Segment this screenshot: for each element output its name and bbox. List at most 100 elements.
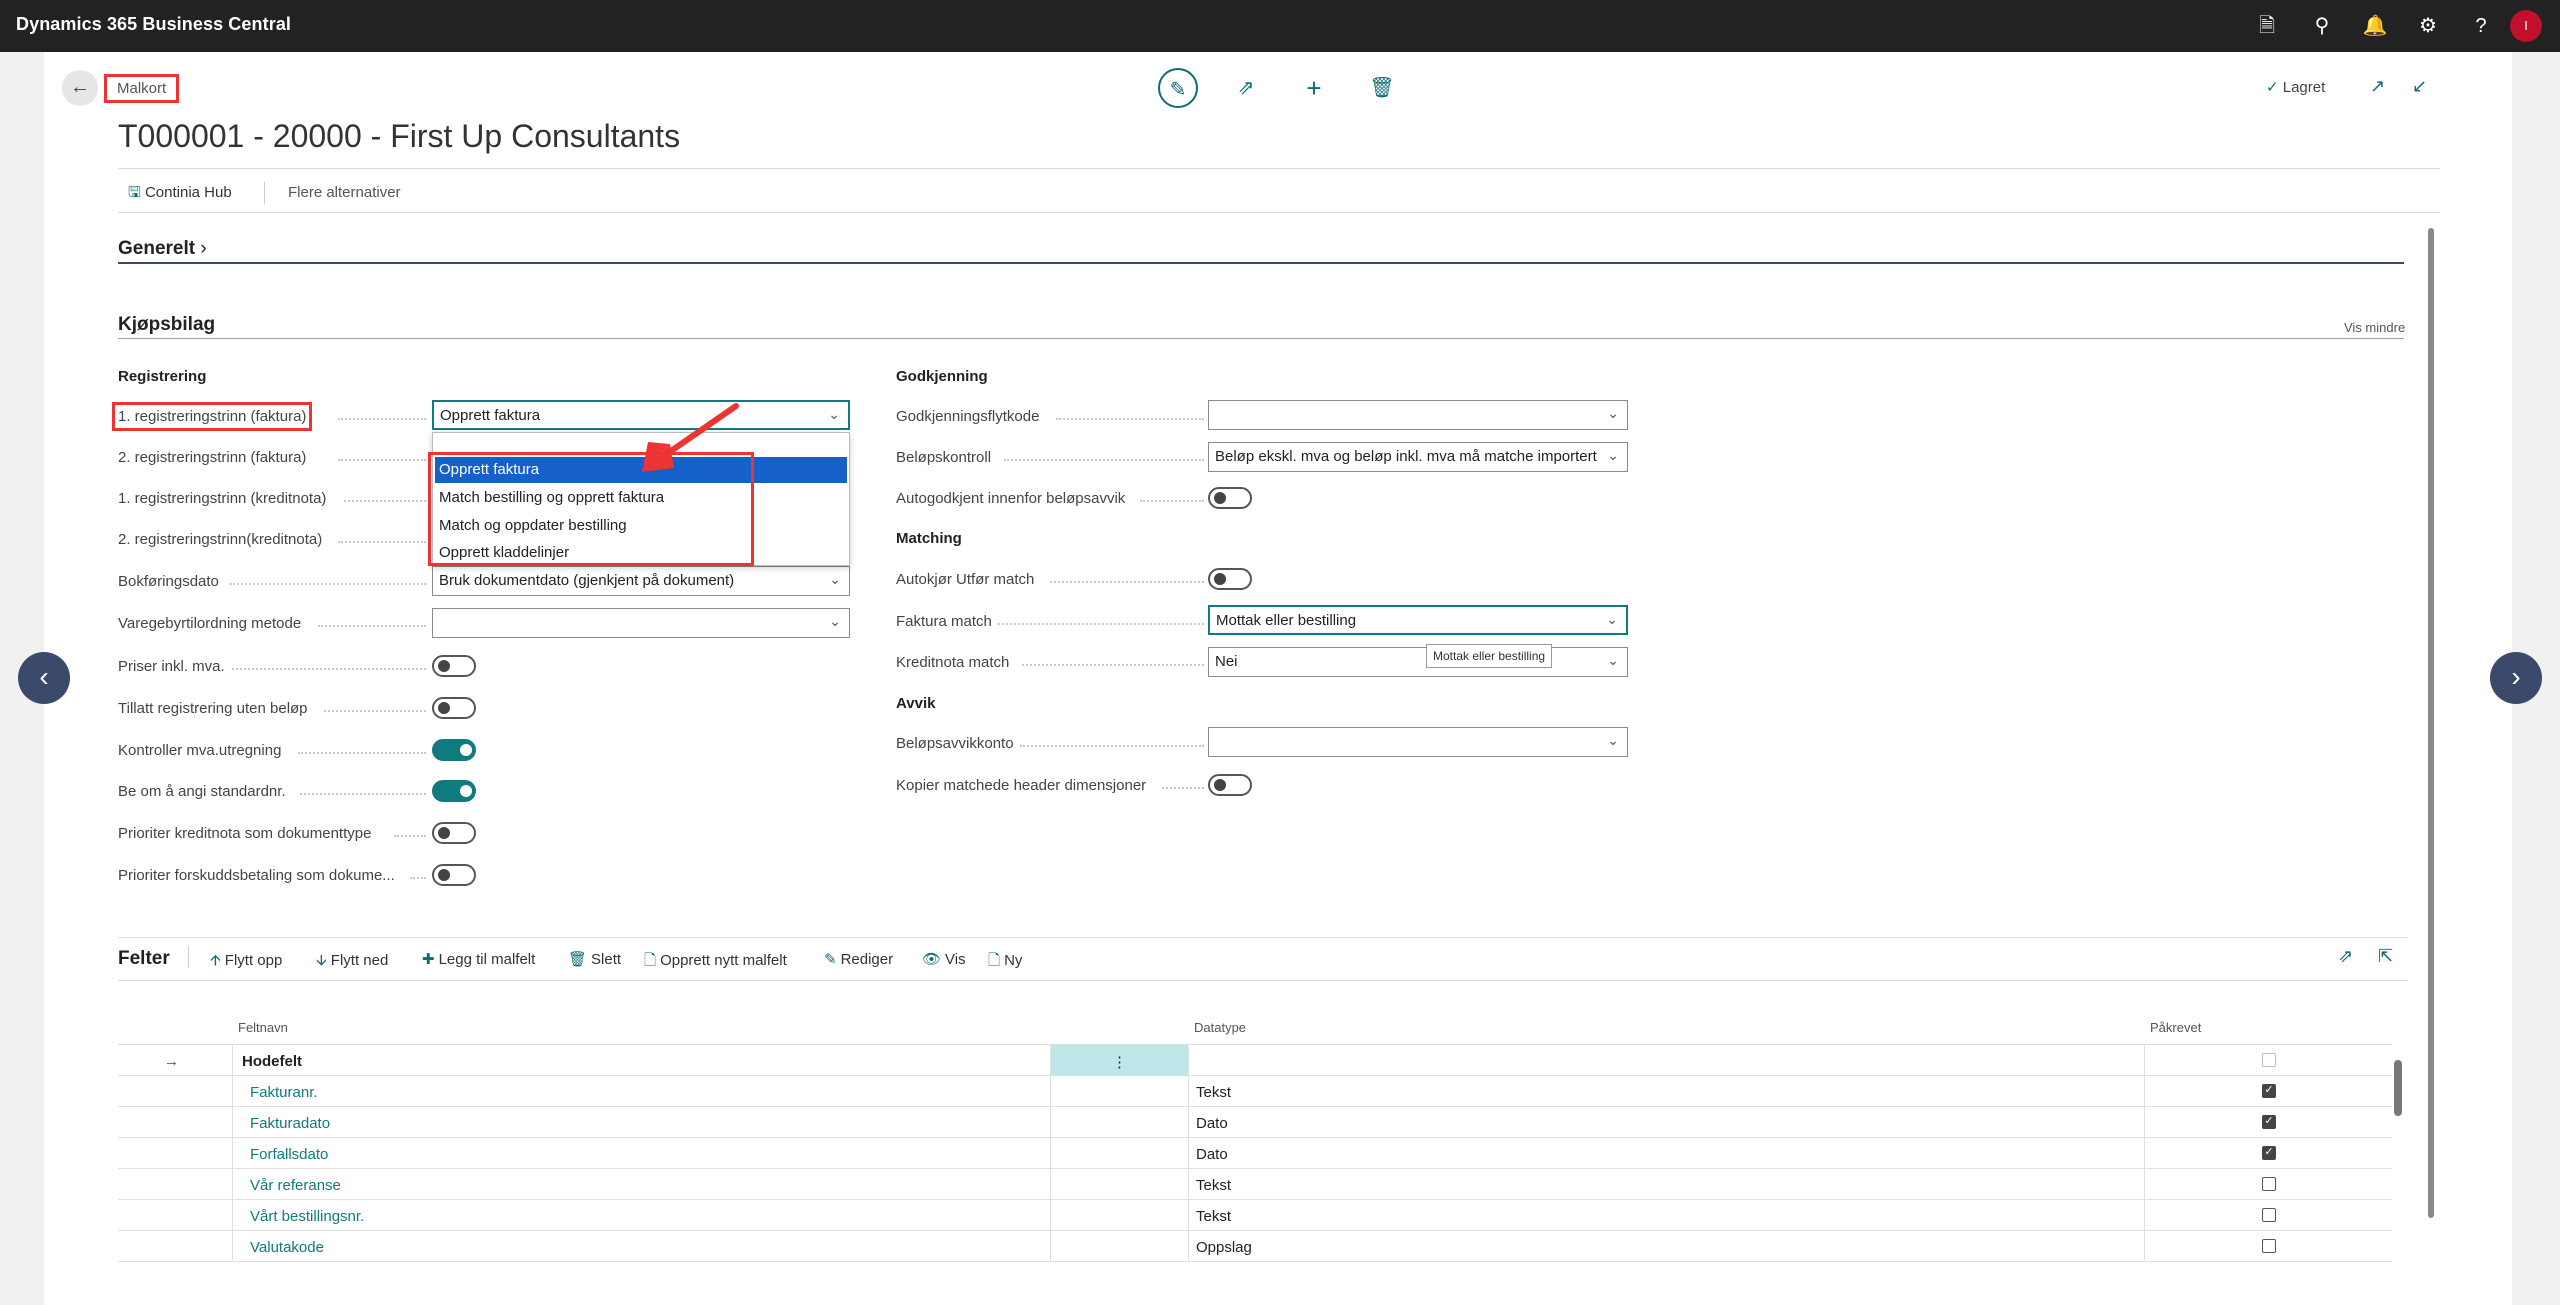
share-icon[interactable]: ⇗ (2338, 946, 2353, 967)
required-checkbox[interactable] (2262, 1239, 2276, 1253)
posting-date-select[interactable]: Bruk dokumentdato (gjenkjent på dokument… (432, 566, 850, 596)
divider (118, 168, 2440, 169)
gear-icon[interactable]: ⚙ (2414, 12, 2442, 40)
field-type: Tekst (1196, 1208, 1232, 1225)
button-label: Slett (591, 951, 622, 968)
fields-table: → Hodefelt ⋮ Fakturanr. Tekst ✓ Fakturad… (118, 1044, 2392, 1262)
prioritize-credit-toggle[interactable] (432, 822, 476, 844)
more-options[interactable]: Flere alternativer (288, 184, 401, 201)
required-checkbox[interactable]: ✓ (2262, 1084, 2276, 1098)
field-name[interactable]: Fakturanr. (250, 1076, 318, 1107)
document-icon[interactable]: 🗎 (2253, 12, 2281, 40)
previous-record-button[interactable]: ‹ (18, 652, 70, 704)
amount-check-select[interactable]: Beløp ekskl. mva og beløp inkl. mva må m… (1208, 442, 1628, 472)
view-button[interactable]: 👁 Vis (922, 950, 966, 968)
dots (318, 625, 426, 627)
select-value: Nei (1215, 653, 1238, 670)
section-line (118, 338, 2404, 339)
chevron-down-icon: ⌄ (828, 406, 840, 422)
breadcrumb[interactable]: Malkort (104, 74, 180, 103)
arrow-down-icon: 🡫 (316, 952, 327, 969)
move-up-button[interactable]: 🡩 Flytt opp (210, 950, 282, 975)
avatar[interactable]: I (2510, 10, 2542, 42)
table-scrollbar[interactable] (2394, 1060, 2402, 1116)
copy-dimensions-toggle[interactable] (1208, 774, 1252, 796)
add-icon[interactable]: + (1294, 68, 1334, 108)
required-checkbox[interactable] (2262, 1053, 2276, 1067)
next-record-button[interactable]: › (2490, 652, 2542, 704)
separator (264, 182, 265, 204)
button-label: Vis (945, 951, 966, 968)
prices-incl-vat-toggle[interactable] (432, 655, 476, 677)
share-icon[interactable]: ⇗ (1226, 68, 1266, 108)
field-label: Varegebyrtilordning metode (118, 615, 302, 632)
add-template-field-button[interactable]: ✚ Legg til malfelt (422, 950, 535, 968)
saved-status: ✓ Lagret (2266, 78, 2325, 96)
toggle-knob (1214, 779, 1226, 791)
field-name[interactable]: Vår referanse (250, 1169, 341, 1200)
delete-button[interactable]: 🗑 Slett (568, 950, 621, 968)
dots (300, 793, 426, 795)
dots (232, 668, 426, 670)
table-row[interactable]: Forfallsdato Dato ✓ (118, 1138, 2392, 1169)
edit-icon[interactable]: ✎ (1158, 68, 1198, 108)
page-scrollbar[interactable] (2428, 228, 2434, 1218)
table-row[interactable]: Valutakode Oppslag (118, 1231, 2392, 1262)
hub-label: Continia Hub (144, 184, 232, 201)
column-header-name[interactable]: Feltnavn (238, 1020, 288, 1035)
column-header-required[interactable]: Påkrevet (2150, 1020, 2201, 1035)
column-header-type[interactable]: Datatype (1194, 1020, 1246, 1035)
deviation-account-select[interactable]: ⌄ (1208, 727, 1628, 757)
move-down-button[interactable]: 🡫 Flytt ned (316, 950, 388, 975)
section-purchase[interactable]: Kjøpsbilag (118, 314, 215, 336)
dots (1004, 459, 1204, 461)
row-menu-icon[interactable]: ⋮ (1051, 1045, 1188, 1076)
required-checkbox[interactable]: ✓ (2262, 1115, 2276, 1129)
field-name[interactable]: Vårt bestillingsnr. (250, 1200, 364, 1231)
collapse-icon[interactable]: ↙ (2412, 76, 2427, 97)
toggle-knob (438, 869, 450, 881)
required-checkbox[interactable] (2262, 1208, 2276, 1222)
create-template-field-button[interactable]: 🗋 Opprett nytt malfelt (644, 950, 787, 975)
bell-icon[interactable]: 🔔 (2361, 12, 2389, 40)
new-icon: 🗋 (988, 952, 1001, 969)
edit-button[interactable]: ✎ Rediger (824, 950, 893, 968)
table-row[interactable]: → Hodefelt ⋮ (118, 1045, 2392, 1076)
delete-icon[interactable]: 🗑 (1362, 68, 1402, 108)
table-row[interactable]: Fakturadato Dato ✓ (118, 1107, 2392, 1138)
open-new-window-icon[interactable]: ↗ (2370, 76, 2385, 97)
hub-action[interactable]: 🖫 Continia Hub (128, 184, 232, 201)
invoice-match-select[interactable]: Mottak eller bestilling ⌄ (1208, 605, 1628, 635)
approval-flow-select[interactable]: ⌄ (1208, 400, 1628, 430)
required-checkbox[interactable]: ✓ (2262, 1146, 2276, 1160)
toggle-knob (438, 702, 450, 714)
field-name[interactable]: Fakturadato (250, 1107, 330, 1138)
auto-approve-toggle[interactable] (1208, 487, 1252, 509)
search-icon[interactable]: ⚲ (2308, 12, 2336, 40)
field-type: Dato (1196, 1146, 1228, 1163)
table-row[interactable]: Fakturanr. Tekst ✓ (118, 1076, 2392, 1107)
expand-icon[interactable]: ⇱ (2378, 946, 2393, 967)
dots (338, 459, 426, 461)
standard-no-toggle[interactable] (432, 780, 476, 802)
field-label: Beløpsavvikkonto (896, 735, 1014, 752)
help-icon[interactable]: ? (2467, 12, 2495, 40)
field-name[interactable]: Forfallsdato (250, 1138, 328, 1169)
check-vat-toggle[interactable] (432, 739, 476, 761)
charge-method-select[interactable]: ⌄ (432, 608, 850, 638)
required-checkbox[interactable] (2262, 1177, 2276, 1191)
show-less-link[interactable]: Vis mindre (2344, 320, 2405, 335)
section-general[interactable]: Generelt › (118, 238, 207, 260)
field-label: Faktura match (896, 613, 992, 630)
table-row[interactable]: Vår referanse Tekst (118, 1169, 2392, 1200)
chevron-down-icon: ⌄ (829, 571, 841, 587)
allow-without-amount-toggle[interactable] (432, 697, 476, 719)
field-label: Autokjør Utfør match (896, 571, 1035, 588)
new-button[interactable]: 🗋 Ny (988, 950, 1022, 975)
prioritize-prepayment-toggle[interactable] (432, 864, 476, 886)
credit-match-select[interactable]: Nei ⌄ (1208, 647, 1628, 677)
auto-match-toggle[interactable] (1208, 568, 1252, 590)
table-row[interactable]: Vårt bestillingsnr. Tekst (118, 1200, 2392, 1231)
field-name[interactable]: Valutakode (250, 1231, 324, 1262)
back-button[interactable]: ← (62, 70, 98, 106)
